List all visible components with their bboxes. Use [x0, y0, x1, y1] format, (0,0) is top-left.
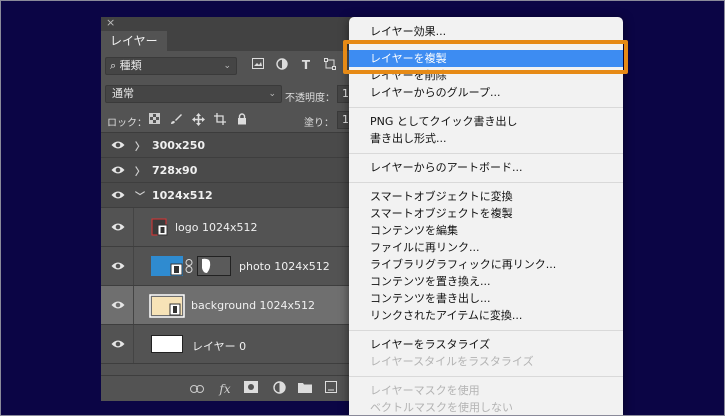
- blend-mode-select[interactable]: 通常 ⌄: [105, 85, 282, 103]
- menu-separator: [349, 376, 623, 377]
- link-layers-icon[interactable]: [189, 381, 205, 397]
- menu-item-quick-export-png[interactable]: PNG としてクイック書き出し: [349, 113, 623, 130]
- layer-row[interactable]: photo 1024x512: [101, 247, 371, 286]
- lock-row: ロック： 塗り： 10: [101, 107, 371, 133]
- menu-item-disable-vector-mask: ベクトルマスクを使用しない: [370, 401, 513, 414]
- folder-icon[interactable]: [297, 381, 313, 397]
- eye-icon[interactable]: [111, 208, 125, 246]
- lock-transparent-icon[interactable]: [147, 113, 161, 127]
- type-filter-icon[interactable]: T: [299, 58, 313, 72]
- divider: [133, 208, 134, 246]
- chevron-right-icon[interactable]: 〉: [135, 163, 145, 178]
- menu-item-export-as[interactable]: 書き出し形式...: [349, 130, 623, 147]
- divider: [133, 247, 134, 285]
- menu-item-relink-file[interactable]: ファイルに再リンク...: [349, 239, 623, 256]
- fill-label: 塗り：: [304, 118, 334, 129]
- layer-group-row[interactable]: 〉 728x90: [101, 158, 371, 183]
- brush-icon[interactable]: [169, 113, 183, 127]
- artboard-lock-icon[interactable]: [213, 113, 227, 127]
- close-icon[interactable]: ×: [106, 17, 115, 29]
- group-name: 300x250: [152, 139, 206, 152]
- layer-group-row[interactable]: 〉 300x250: [101, 133, 371, 158]
- photo-thumbnail: [151, 256, 183, 279]
- chevron-down-icon: ⌄: [268, 89, 276, 99]
- chevron-right-icon[interactable]: 〉: [135, 138, 145, 153]
- group-name: 728x90: [152, 164, 198, 177]
- highlight-annotation-box: [343, 40, 628, 74]
- layer-context-menu: レイヤー効果... レイヤーを複製 レイヤーを削除 レイヤーからのグループ...…: [349, 17, 623, 416]
- menu-item-layer-effects[interactable]: レイヤー効果...: [349, 23, 623, 40]
- blend-mode-value: 通常: [112, 87, 134, 100]
- filter-kind-select[interactable]: ⌕ 種類 ⌄: [105, 57, 237, 75]
- layer-name: logo 1024x512: [175, 221, 258, 234]
- divider: [133, 325, 134, 363]
- menu-item-convert-to-linked[interactable]: リンクされたアイテムに変換...: [349, 307, 623, 324]
- search-icon: ⌕: [110, 59, 117, 72]
- eye-icon[interactable]: [111, 133, 125, 157]
- divider: [133, 286, 134, 324]
- pixel-filter-icon[interactable]: [251, 58, 265, 72]
- layer-name: レイヤー 0: [192, 340, 247, 353]
- menu-item-relink-library-graphic[interactable]: ライブラリグラフィックに再リンク...: [349, 256, 623, 273]
- eye-icon[interactable]: [111, 286, 125, 324]
- panel-footer: fx: [101, 375, 371, 401]
- group-name: 1024x512: [152, 189, 213, 202]
- shape-filter-icon[interactable]: [323, 58, 337, 72]
- add-mask-icon[interactable]: [243, 381, 259, 397]
- menu-item-duplicate-smart-object[interactable]: スマートオブジェクトを複製: [349, 205, 623, 222]
- menu-item-group-from-layers[interactable]: レイヤーからのグループ...: [349, 84, 623, 101]
- layer-mask-thumbnail[interactable]: [197, 256, 231, 279]
- adjustment-filter-icon[interactable]: [275, 58, 289, 72]
- layer-row[interactable]: logo 1024x512: [101, 208, 371, 247]
- menu-item-export-contents[interactable]: コンテンツを書き出し...: [349, 290, 623, 307]
- tab-layers[interactable]: レイヤー: [101, 31, 167, 51]
- layer-row-selected[interactable]: background 1024x512: [101, 286, 371, 325]
- menu-separator: [349, 107, 623, 108]
- panel-title-bar: ×: [101, 17, 371, 31]
- eye-icon[interactable]: [111, 247, 125, 285]
- eye-icon[interactable]: [111, 183, 125, 207]
- blend-row: 通常 ⌄ 不透明度： 10: [101, 81, 371, 107]
- lock-icon[interactable]: [235, 113, 249, 127]
- opacity-label: 不透明度：: [285, 93, 335, 104]
- move-icon[interactable]: [191, 113, 205, 127]
- eye-icon[interactable]: [111, 325, 125, 363]
- menu-separator: [349, 153, 623, 154]
- fx-icon[interactable]: fx: [217, 381, 233, 397]
- adjustment-layer-icon[interactable]: [271, 381, 287, 397]
- eye-icon[interactable]: [111, 158, 125, 182]
- lock-label: ロック：: [107, 118, 147, 129]
- menu-item-rasterize-layer[interactable]: レイヤーをラスタライズ: [349, 336, 623, 353]
- layer-row[interactable]: レイヤー 0: [101, 325, 371, 364]
- layer-group-row[interactable]: ﹀ 1024x512: [101, 183, 371, 208]
- menu-separator: [349, 330, 623, 331]
- new-layer-icon[interactable]: [323, 381, 339, 397]
- menu-item-artboard-from-layers[interactable]: レイヤーからのアートボード...: [349, 159, 623, 176]
- panel-tab-bar: レイヤー: [101, 31, 371, 51]
- filter-row: ⌕ 種類 ⌄ T: [101, 51, 371, 81]
- chevron-down-icon[interactable]: ﹀: [135, 188, 145, 203]
- menu-item-rasterize-layer-style: レイヤースタイルをラスタライズ: [370, 355, 534, 368]
- chevron-down-icon: ⌄: [223, 61, 231, 71]
- menu-item-enable-layer-mask: レイヤーマスクを使用: [370, 384, 480, 397]
- layer-name: photo 1024x512: [239, 260, 330, 273]
- layer-thumbnail: [151, 335, 183, 356]
- layer-name: background 1024x512: [191, 299, 316, 312]
- menu-item-edit-contents[interactable]: コンテンツを編集: [349, 222, 623, 239]
- link-icon[interactable]: [185, 259, 193, 276]
- smart-object-thumbnail: [149, 294, 185, 321]
- menu-item-replace-contents[interactable]: コンテンツを置き換え...: [349, 273, 623, 290]
- smart-object-thumbnail: [151, 218, 169, 239]
- layers-panel: × レイヤー ⌕ 種類 ⌄ T 通常 ⌄ 不透明度： 10 ロック：: [101, 17, 371, 401]
- menu-item-convert-smart-object[interactable]: スマートオブジェクトに変換: [349, 188, 623, 205]
- filter-kind-label: 種類: [119, 59, 142, 72]
- menu-separator: [349, 182, 623, 183]
